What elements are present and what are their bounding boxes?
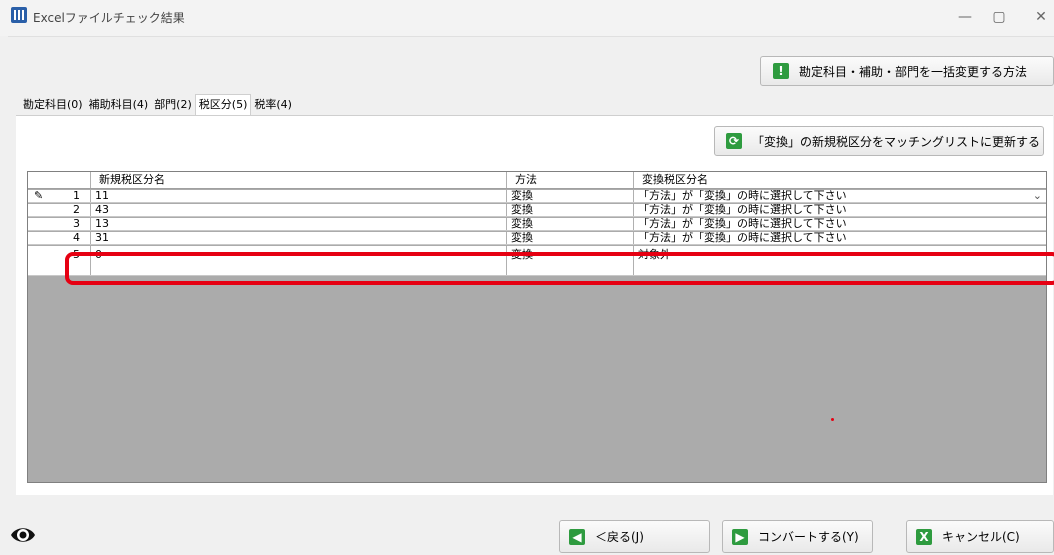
cell-new-tax-name[interactable]: 0 xyxy=(91,246,507,275)
convert-button[interactable]: ▶ コンバートする(Y) xyxy=(722,520,873,553)
back-button[interactable]: ◀ ＜戻る(J) xyxy=(559,520,710,553)
minimize-button[interactable]: — xyxy=(950,6,980,28)
cell-new-tax-name[interactable]: 13 xyxy=(91,218,507,230)
row-number: 3 xyxy=(28,218,91,230)
table-row[interactable]: 5 0 変換 対象外 xyxy=(28,246,1046,276)
arrow-left-icon: ◀ xyxy=(569,528,585,545)
eye-icon[interactable] xyxy=(9,521,37,549)
row-number: ✎ 1 xyxy=(28,190,91,202)
cell-method[interactable]: 変換 xyxy=(507,204,634,216)
update-matching-list-label: 「変換」の新規税区分をマッチングリストに更新する xyxy=(752,134,1041,149)
cancel-button[interactable]: X キャンセル(C) xyxy=(906,520,1054,553)
cell-target-tax-name[interactable]: 「方法」が「変換」の時に選択して下さい xyxy=(634,204,1046,216)
grid-header: 新規税区分名 方法 変換税区分名 xyxy=(28,172,1046,189)
tax-category-grid: 新規税区分名 方法 変換税区分名 ✎ 1 11 変換 「方法」が「変換」の時に選択… xyxy=(27,171,1047,483)
row-number: 4 xyxy=(28,232,91,244)
tab-department[interactable]: 部門(2) xyxy=(151,96,195,116)
table-row[interactable]: 4 31 変換 「方法」が「変換」の時に選択して下さい xyxy=(28,232,1046,245)
excel-cancel-icon: X xyxy=(916,528,932,545)
title-bar: Excelファイルチェック結果 — ▢ ✕ xyxy=(0,0,1054,36)
header-new-tax-name[interactable]: 新規税区分名 xyxy=(91,172,507,188)
red-dot-mark xyxy=(831,418,834,421)
bulk-change-help-button[interactable]: ! 勘定科目・補助・部門を一括変更する方法 xyxy=(760,56,1054,86)
window-title: Excelファイルチェック結果 xyxy=(33,11,185,25)
row-number: 2 xyxy=(28,204,91,216)
update-matching-list-button[interactable]: ⟳ 「変換」の新規税区分をマッチングリストに更新する xyxy=(714,126,1044,156)
cell-new-tax-name[interactable]: 31 xyxy=(91,232,507,244)
table-row[interactable]: 3 13 変換 「方法」が「変換」の時に選択して下さい xyxy=(28,218,1046,231)
back-label: ＜戻る(J) xyxy=(595,530,644,544)
cell-new-tax-name[interactable]: 43 xyxy=(91,204,507,216)
cell-target-tax-name[interactable]: 対象外 xyxy=(634,246,1046,275)
row-number: 5 xyxy=(28,246,91,275)
arrow-right-icon: ▶ xyxy=(732,528,748,545)
chevron-down-icon[interactable]: ⌄ xyxy=(1033,190,1042,202)
row-edit-marker: ✎ xyxy=(34,190,44,202)
cell-target-tax-name[interactable]: 「方法」が「変換」の時に選択して下さい ⌄ xyxy=(634,190,1046,202)
tab-sub-account[interactable]: 補助科目(4) xyxy=(86,96,152,116)
cell-target-tax-name[interactable]: 「方法」が「変換」の時に選択して下さい xyxy=(634,232,1046,244)
table-row[interactable]: 2 43 変換 「方法」が「変換」の時に選択して下さい xyxy=(28,204,1046,217)
cell-method[interactable]: 変換 xyxy=(507,190,634,202)
cancel-label: キャンセル(C) xyxy=(942,530,1020,544)
tab-tax-category[interactable]: 税区分(5) xyxy=(194,94,252,116)
tab-strip: 勘定科目(0) 補助科目(4) 部門(2) 税区分(5) 税率(4) xyxy=(20,94,295,116)
cell-method[interactable]: 変換 xyxy=(507,232,634,244)
cell-new-tax-name[interactable]: 11 xyxy=(91,190,507,202)
tab-tax-rate[interactable]: 税率(4) xyxy=(251,96,295,116)
cell-method[interactable]: 変換 xyxy=(507,246,634,275)
convert-label: コンバートする(Y) xyxy=(758,530,859,544)
cell-method[interactable]: 変換 xyxy=(507,218,634,230)
header-target-tax-name[interactable]: 変換税区分名 xyxy=(634,172,1046,188)
close-button[interactable]: ✕ xyxy=(1026,6,1054,28)
bulk-change-help-label: 勘定科目・補助・部門を一括変更する方法 xyxy=(799,64,1028,79)
refresh-icon: ⟳ xyxy=(726,133,742,149)
tab-account[interactable]: 勘定科目(0) xyxy=(20,96,86,116)
exclamation-icon: ! xyxy=(773,63,789,79)
table-row[interactable]: ✎ 1 11 変換 「方法」が「変換」の時に選択して下さい ⌄ xyxy=(28,190,1046,203)
maximize-button[interactable]: ▢ xyxy=(984,6,1014,28)
cell-target-tax-name[interactable]: 「方法」が「変換」の時に選択して下さい xyxy=(634,218,1046,230)
row-header-corner xyxy=(28,172,91,188)
header-method[interactable]: 方法 xyxy=(507,172,634,188)
app-icon xyxy=(11,7,27,23)
